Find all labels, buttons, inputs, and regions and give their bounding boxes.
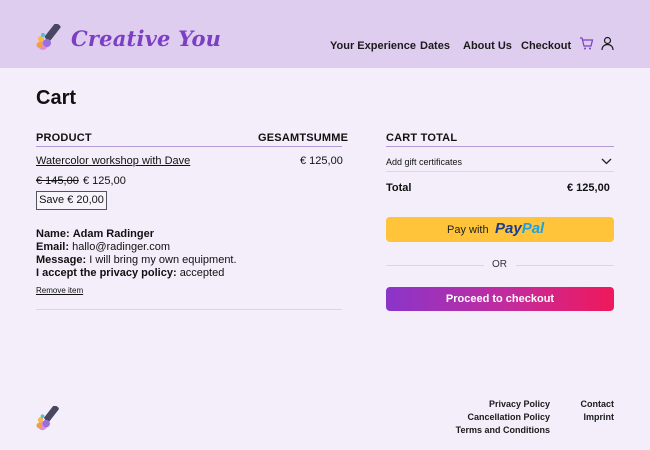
table-bottom-divider	[36, 309, 342, 310]
paypal-logo-pay: Pay	[495, 220, 522, 237]
new-price: € 125,00	[83, 175, 126, 187]
cart-total-divider	[386, 146, 614, 147]
table-header-divider	[36, 146, 342, 147]
footer-cancellation-policy[interactable]: Cancellation Policy	[467, 412, 550, 422]
meta-name-label: Name:	[36, 228, 70, 240]
footer-imprint[interactable]: Imprint	[584, 412, 615, 422]
product-link[interactable]: Watercolor workshop with Dave	[36, 155, 190, 167]
meta-privacy-label: I accept the privacy policy:	[36, 267, 177, 279]
gift-divider	[386, 171, 614, 172]
or-divider-left	[386, 265, 484, 266]
cart-total-heading: CART TOTAL	[386, 132, 458, 144]
paypal-logo: PayPal	[495, 220, 544, 237]
meta-email: Email: hallo@radinger.com	[36, 241, 170, 253]
chevron-down-icon[interactable]	[601, 156, 612, 166]
meta-message-value: I will bring my own equipment.	[89, 254, 237, 266]
logo-icon[interactable]	[36, 24, 64, 52]
or-divider-right	[516, 265, 614, 266]
column-header-total: GESAMTSUMME	[258, 132, 349, 144]
savings-badge: Save € 20,00	[36, 191, 107, 210]
meta-email-value: hallo@radinger.com	[72, 241, 171, 253]
paypal-button[interactable]: Pay with PayPal	[386, 217, 614, 242]
user-icon[interactable]	[600, 36, 615, 51]
meta-message-label: Message:	[36, 254, 87, 266]
meta-name-value: Adam Radinger	[72, 228, 154, 240]
cart-icon[interactable]	[579, 36, 594, 51]
nav-checkout[interactable]: Checkout	[521, 40, 571, 52]
brand-name[interactable]: Creative You	[71, 26, 221, 51]
total-value: € 125,00	[567, 182, 610, 194]
page-title: Cart	[36, 87, 77, 109]
remove-item-link[interactable]: Remove item	[36, 286, 83, 295]
paypal-prefix: Pay with	[447, 224, 489, 236]
meta-name: Name: Adam Radinger	[36, 228, 154, 240]
proceed-to-checkout-button[interactable]: Proceed to checkout	[386, 287, 614, 311]
meta-email-label: Email:	[36, 241, 70, 253]
or-separator: OR	[492, 259, 507, 270]
footer-logo-icon[interactable]	[36, 406, 62, 432]
nav-your-experience[interactable]: Your Experience	[330, 40, 416, 52]
meta-privacy-value: accepted	[179, 267, 225, 279]
footer-privacy-policy[interactable]: Privacy Policy	[489, 399, 550, 409]
footer-terms[interactable]: Terms and Conditions	[456, 425, 550, 435]
meta-privacy: I accept the privacy policy: accepted	[36, 267, 224, 279]
column-header-product: PRODUCT	[36, 132, 92, 144]
footer-contact[interactable]: Contact	[581, 399, 615, 409]
meta-message: Message: I will bring my own equipment.	[36, 254, 237, 266]
nav-about-us[interactable]: About Us	[463, 40, 512, 52]
paypal-logo-pal: Pal	[521, 220, 545, 237]
old-price: € 145,00	[36, 175, 79, 187]
line-total: € 125,00	[300, 155, 343, 167]
nav-dates[interactable]: Dates	[420, 40, 450, 52]
gift-certificates-toggle[interactable]: Add gift certificates	[386, 157, 462, 167]
total-label: Total	[386, 182, 412, 194]
